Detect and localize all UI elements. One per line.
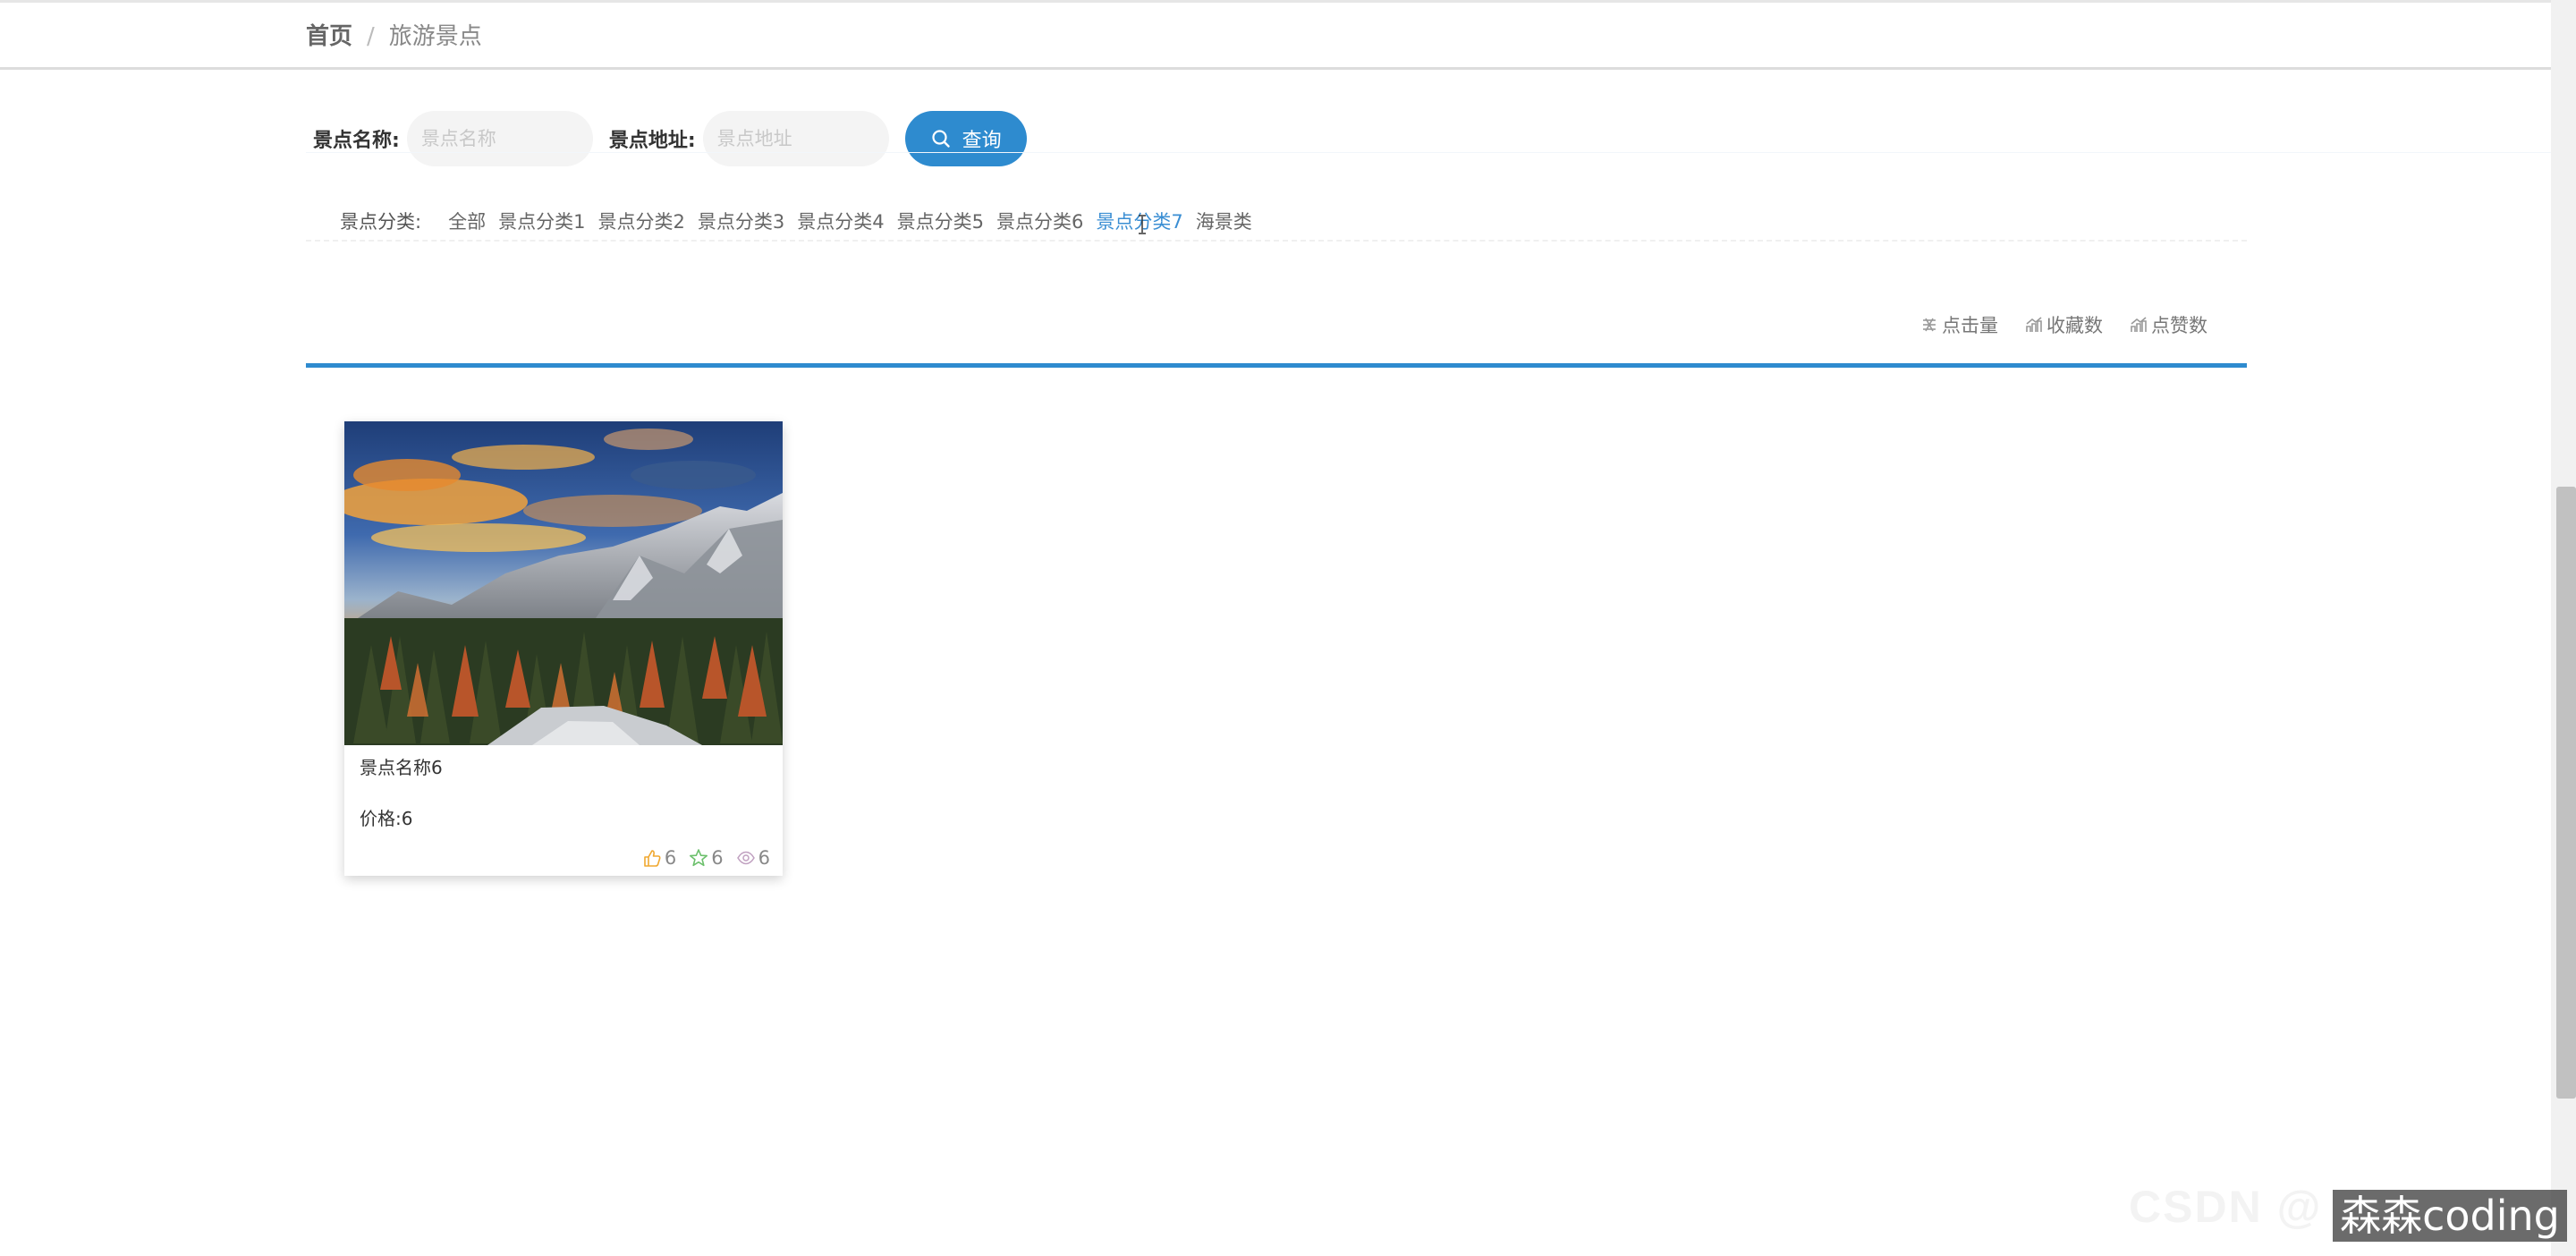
category-seaview[interactable]: 海景类 xyxy=(1196,208,1252,234)
list-header-rule xyxy=(306,363,2247,368)
watermark-faint: CSDN @ xyxy=(2129,1182,2323,1232)
category-divider xyxy=(306,240,2247,242)
category-all[interactable]: 全部 xyxy=(448,208,486,234)
search-button-label: 查询 xyxy=(962,130,1002,152)
category-3[interactable]: 景点分类3 xyxy=(698,208,784,234)
click-count-icon xyxy=(1920,316,1938,334)
views-stat: 6 xyxy=(736,847,770,869)
sort-by-clicks[interactable]: 点击量 xyxy=(1920,311,1998,338)
name-search-input[interactable] xyxy=(406,111,593,166)
attraction-name: 景点名称6 xyxy=(360,757,443,778)
address-field-label: 景点地址: xyxy=(608,130,696,152)
breadcrumb-current: 旅游景点 xyxy=(388,23,482,50)
eye-icon xyxy=(736,848,756,868)
favorites-stat: 6 xyxy=(689,847,724,869)
sort-by-favorites-label: 收藏数 xyxy=(2046,315,2103,336)
sort-by-likes-label: 点赞数 xyxy=(2151,315,2207,336)
category-1[interactable]: 景点分类1 xyxy=(498,208,585,234)
sort-by-clicks-label: 点击量 xyxy=(1942,315,1998,336)
category-2[interactable]: 景点分类2 xyxy=(597,208,684,234)
name-field-label: 景点名称: xyxy=(313,130,400,152)
text-cursor-icon xyxy=(1139,215,1146,234)
trend-chart-icon xyxy=(2130,316,2148,334)
search-divider xyxy=(306,152,2551,153)
attraction-stats: 6 6 6 xyxy=(642,847,770,869)
breadcrumb: 首页 / 旅游景点 xyxy=(306,21,482,53)
breadcrumb-home-link[interactable]: 首页 xyxy=(306,21,352,53)
sort-by-favorites[interactable]: 收藏数 xyxy=(2025,311,2103,338)
category-5[interactable]: 景点分类5 xyxy=(897,208,984,234)
trend-chart-icon xyxy=(2025,316,2043,334)
attraction-card[interactable]: 景点名称6 价格:6 6 6 6 xyxy=(344,421,783,876)
attraction-price: 价格:6 xyxy=(360,808,413,829)
watermark-label: 森森coding xyxy=(2333,1190,2567,1242)
likes-count: 6 xyxy=(664,847,677,869)
attraction-photo[interactable] xyxy=(344,421,783,745)
likes-stat: 6 xyxy=(642,847,676,869)
sort-by-likes[interactable]: 点赞数 xyxy=(2130,311,2207,338)
top-bar: 首页 / 旅游景点 xyxy=(0,0,2551,70)
category-4[interactable]: 景点分类4 xyxy=(797,208,884,234)
views-count: 6 xyxy=(758,847,770,869)
favorites-count: 6 xyxy=(711,847,724,869)
scrollbar-thumb[interactable] xyxy=(2556,487,2576,1099)
search-button[interactable]: 查询 xyxy=(904,111,1027,166)
category-label: 景点分类: xyxy=(340,211,422,233)
star-icon xyxy=(689,848,708,868)
thumbs-up-icon xyxy=(642,848,662,868)
category-6[interactable]: 景点分类6 xyxy=(996,208,1083,234)
breadcrumb-separator: / xyxy=(367,23,375,50)
address-search-input[interactable] xyxy=(702,111,889,166)
search-form: 景点名称: 景点地址: 查询 xyxy=(313,111,1027,166)
search-icon xyxy=(930,128,952,149)
sort-options: 点击量 收藏数 点赞数 xyxy=(1920,311,2207,338)
page: 首页 / 旅游景点 景点名称: 景点地址: 查询 景点分类: 全部 景点分类1 … xyxy=(0,0,2576,1256)
category-filter: 景点分类: 全部 景点分类1 景点分类2 景点分类3 景点分类4 景点分类5 景… xyxy=(340,208,1265,234)
